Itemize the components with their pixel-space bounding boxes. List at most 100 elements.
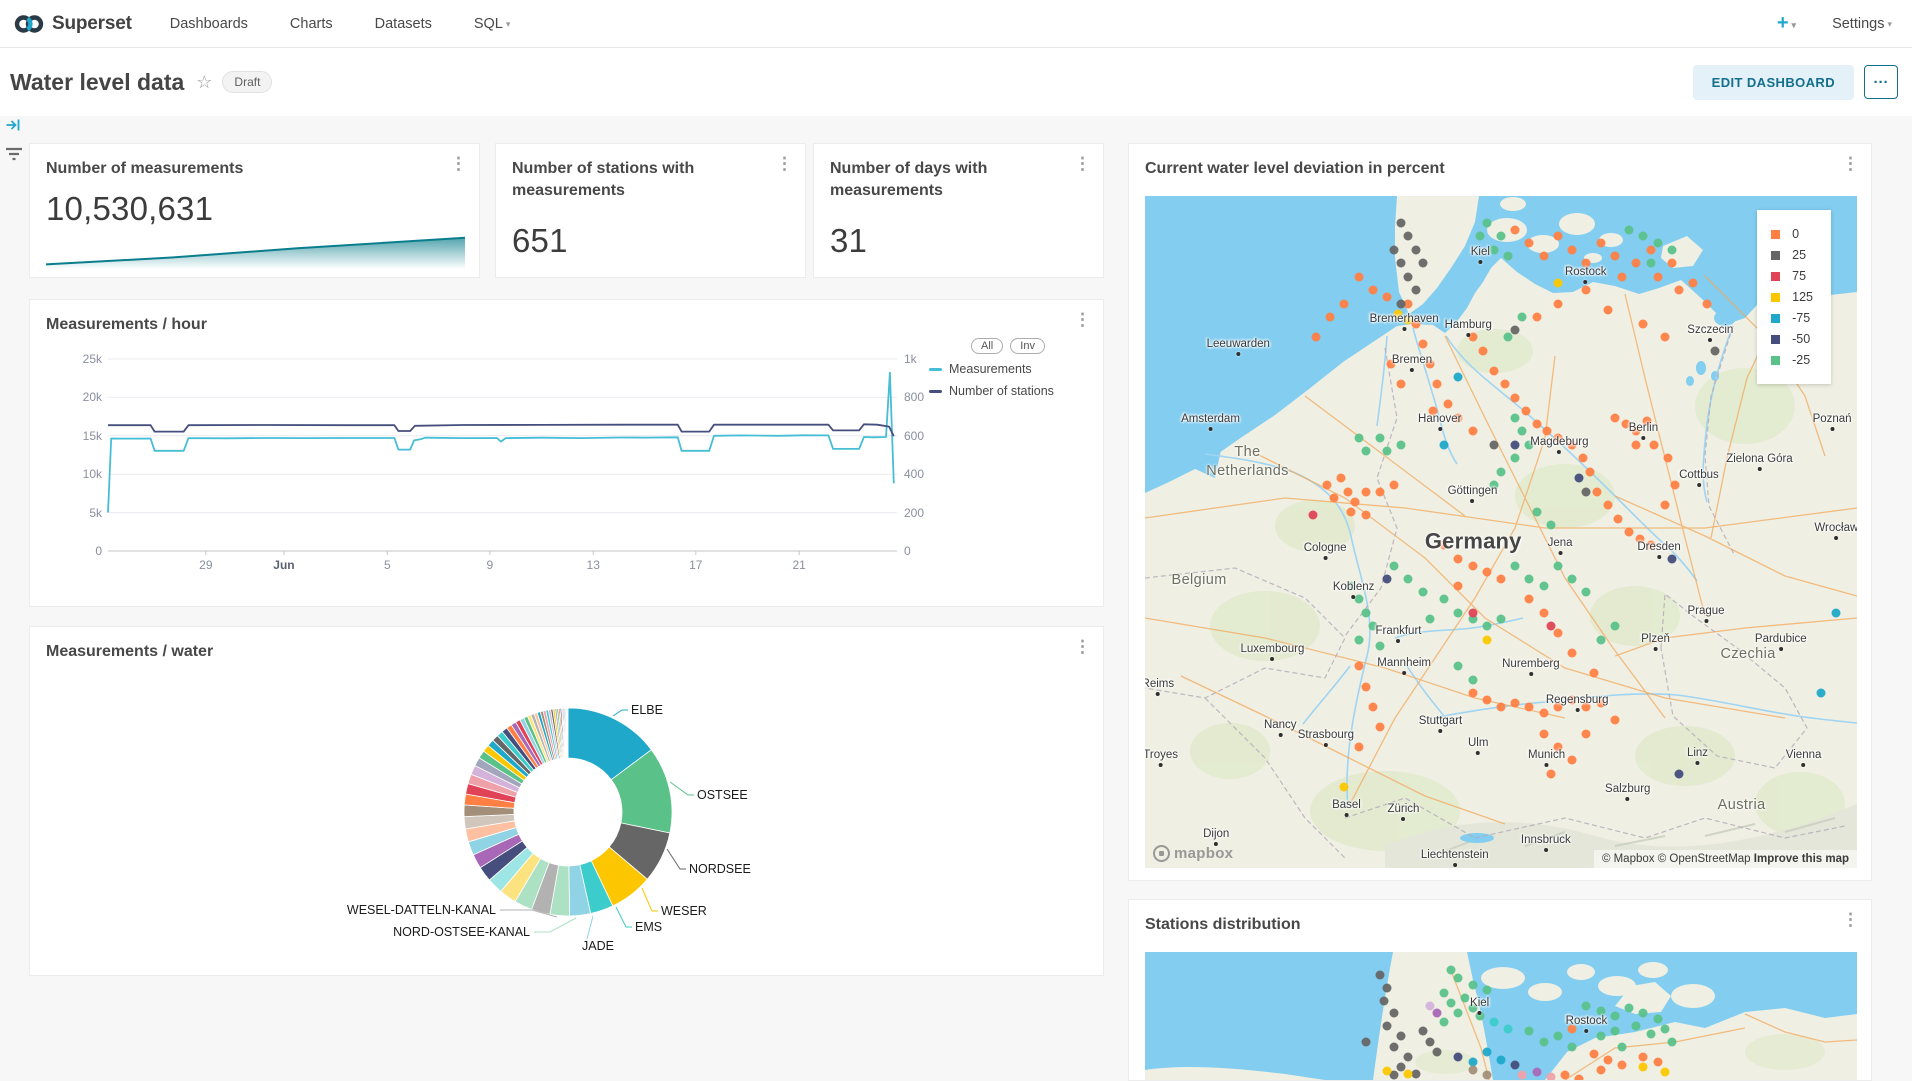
y-axis-tick: 400 xyxy=(904,467,948,481)
card-menu-button[interactable]: ⋮ xyxy=(1074,155,1091,172)
station-dot xyxy=(1482,696,1491,705)
map-city-dot xyxy=(1438,427,1442,431)
station-dot xyxy=(1703,299,1712,308)
station-dot xyxy=(1390,1009,1399,1018)
map-city-label: Plzeň xyxy=(1641,633,1670,651)
station-dot xyxy=(1354,433,1363,442)
station-dot xyxy=(1625,225,1634,234)
map-legend-swatch xyxy=(1771,314,1780,323)
station-dot xyxy=(1653,272,1662,281)
station-dot xyxy=(1568,1042,1577,1051)
station-dot xyxy=(1497,615,1506,624)
map-city-dot xyxy=(1584,1029,1588,1033)
map-city-label: Koblenz xyxy=(1333,581,1375,599)
station-dot xyxy=(1553,279,1562,288)
map-city-label: Regensburg xyxy=(1546,694,1609,712)
station-dot xyxy=(1511,225,1520,234)
card-menu-button[interactable]: ⋮ xyxy=(1842,911,1859,928)
legend-series-item[interactable]: Measurements xyxy=(929,362,1087,376)
line-plot-area[interactable] xyxy=(108,359,897,551)
map-city-label: Basel xyxy=(1332,799,1361,817)
station-dot xyxy=(1418,1027,1427,1036)
card-menu-button[interactable]: ⋮ xyxy=(450,155,467,172)
station-dot xyxy=(1425,615,1434,624)
edit-dashboard-button[interactable]: EDIT DASHBOARD xyxy=(1693,65,1854,100)
station-dot xyxy=(1404,575,1413,584)
station-dot xyxy=(1568,245,1577,254)
station-dot xyxy=(1404,232,1413,241)
map-city-dot xyxy=(1478,1011,1482,1015)
map-city-label: Nancy xyxy=(1264,719,1297,737)
mapbox-logo[interactable]: mapbox xyxy=(1153,845,1233,862)
station-dot xyxy=(1646,245,1655,254)
map-city-dot xyxy=(1478,260,1482,264)
filter-icon[interactable] xyxy=(5,147,23,162)
add-new-button[interactable]: +▾ xyxy=(1777,12,1796,35)
donut-segment[interactable] xyxy=(567,708,568,758)
map-legend: 02575125-75-50-25 xyxy=(1757,210,1831,384)
map-city-dot xyxy=(1545,763,1549,767)
x-axis-tick: 21 xyxy=(792,558,805,572)
superset-logo[interactable]: Superset xyxy=(14,13,132,35)
station-dot xyxy=(1411,245,1420,254)
kpi-trendline-sparkline xyxy=(46,223,465,269)
deviation-map[interactable]: LeeuwardenAmsterdamBremerhavenBremenHamb… xyxy=(1145,196,1857,868)
stations-map[interactable]: KielRostock xyxy=(1145,952,1857,1080)
station-dot xyxy=(1667,259,1676,268)
map-city-dot xyxy=(1438,729,1442,733)
card-menu-button[interactable]: ⋮ xyxy=(1074,311,1091,328)
settings-menu[interactable]: Settings▾ xyxy=(1832,16,1892,32)
map-city-dot xyxy=(1529,672,1533,676)
expand-filter-bar-icon[interactable] xyxy=(5,117,21,133)
station-dot xyxy=(1625,1004,1634,1013)
map-legend-label: -75 xyxy=(1792,311,1810,325)
card-menu-button[interactable]: ⋮ xyxy=(776,155,793,172)
station-dot xyxy=(1582,1001,1591,1010)
nav-charts[interactable]: Charts xyxy=(290,16,333,32)
map-legend-swatch xyxy=(1771,356,1780,365)
station-dot xyxy=(1326,312,1335,321)
station-dot xyxy=(1553,1032,1562,1041)
map-city-label: Berlin xyxy=(1629,422,1658,440)
station-dot xyxy=(1568,648,1577,657)
map-city-label: Liechtenstein xyxy=(1421,849,1489,867)
station-dot xyxy=(1497,467,1506,476)
x-axis-tick: 5 xyxy=(384,558,391,572)
station-dot xyxy=(1610,252,1619,261)
station-dot xyxy=(1383,447,1392,456)
station-dot xyxy=(1539,252,1548,261)
station-dot xyxy=(1368,702,1377,711)
legend-button-inv[interactable]: Inv xyxy=(1010,338,1045,354)
more-options-button[interactable]: ··· xyxy=(1864,65,1898,99)
station-dot xyxy=(1639,232,1648,241)
legend-series-item[interactable]: Number of stations xyxy=(929,384,1087,398)
map-city-label: Cottbus xyxy=(1679,469,1719,487)
map-city-label: Kiel xyxy=(1471,246,1490,264)
station-dot xyxy=(1568,756,1577,765)
nav-sql[interactable]: SQL▾ xyxy=(474,16,511,32)
map-city-dot xyxy=(1453,863,1457,867)
chart-title: Current water level deviation in percent xyxy=(1145,158,1827,180)
nav-dashboards[interactable]: Dashboards xyxy=(170,16,248,32)
legend-series-label: Measurements xyxy=(949,362,1032,376)
station-dot xyxy=(1379,996,1388,1005)
station-dot xyxy=(1397,440,1406,449)
map-legend-item: -75 xyxy=(1771,311,1813,325)
station-dot xyxy=(1667,1037,1676,1046)
nav-datasets[interactable]: Datasets xyxy=(375,16,432,32)
station-dot xyxy=(1440,595,1449,604)
legend-button-all[interactable]: All xyxy=(971,338,1003,354)
map-legend-swatch xyxy=(1771,335,1780,344)
improve-map-link[interactable]: Improve this map xyxy=(1754,853,1849,865)
station-dot xyxy=(1447,965,1456,974)
station-dot xyxy=(1500,380,1509,389)
station-dot xyxy=(1610,413,1619,422)
station-dot xyxy=(1511,454,1520,463)
donut-chart[interactable]: ELBEOSTSEENORDSEEWESEREMSJADENORD-OSTSEE… xyxy=(30,627,1105,977)
map-city-label: Prague xyxy=(1688,605,1725,623)
map-city-dot xyxy=(1641,436,1645,440)
favorite-star-icon[interactable]: ☆ xyxy=(196,72,212,93)
card-menu-button[interactable]: ⋮ xyxy=(1842,155,1859,172)
station-dot xyxy=(1468,981,1477,990)
map-city-label: Reims xyxy=(1145,678,1174,696)
